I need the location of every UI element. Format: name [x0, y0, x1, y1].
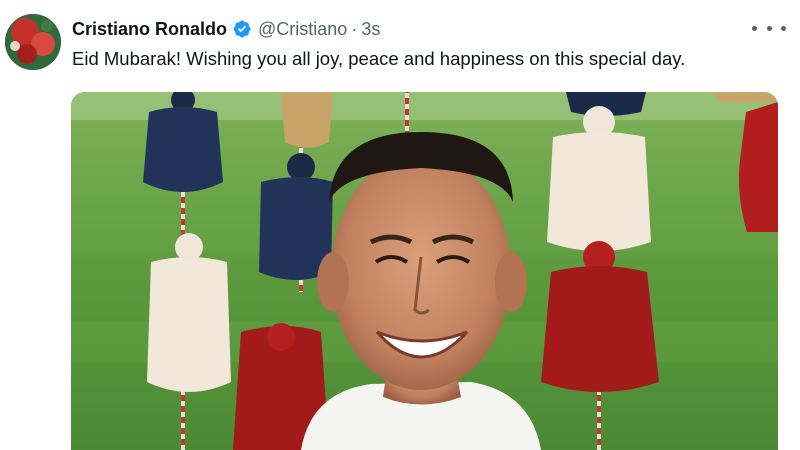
- more-dot: [752, 25, 757, 31]
- more-dot: [781, 25, 786, 31]
- timestamp[interactable]: 3s: [361, 19, 380, 40]
- author-handle[interactable]: @Cristiano: [258, 19, 347, 40]
- verified-badge-icon: [233, 20, 251, 38]
- media-photo: [71, 92, 778, 450]
- tweet-card[interactable]: Cristiano Ronaldo @Cristiano · 3s Eid Mu…: [0, 0, 800, 450]
- separator-dot: ·: [351, 18, 358, 39]
- more-dot: [766, 25, 772, 31]
- author-name[interactable]: Cristiano Ronaldo: [72, 19, 227, 40]
- more-horizontal-icon[interactable]: [752, 18, 786, 38]
- avatar-image: [5, 14, 61, 70]
- avatar[interactable]: [5, 14, 61, 70]
- tweet-media[interactable]: [71, 92, 778, 450]
- tweet-header: Cristiano Ronaldo @Cristiano · 3s: [72, 16, 380, 42]
- tweet-text: Eid Mubarak! Wishing you all joy, peace …: [72, 48, 686, 69]
